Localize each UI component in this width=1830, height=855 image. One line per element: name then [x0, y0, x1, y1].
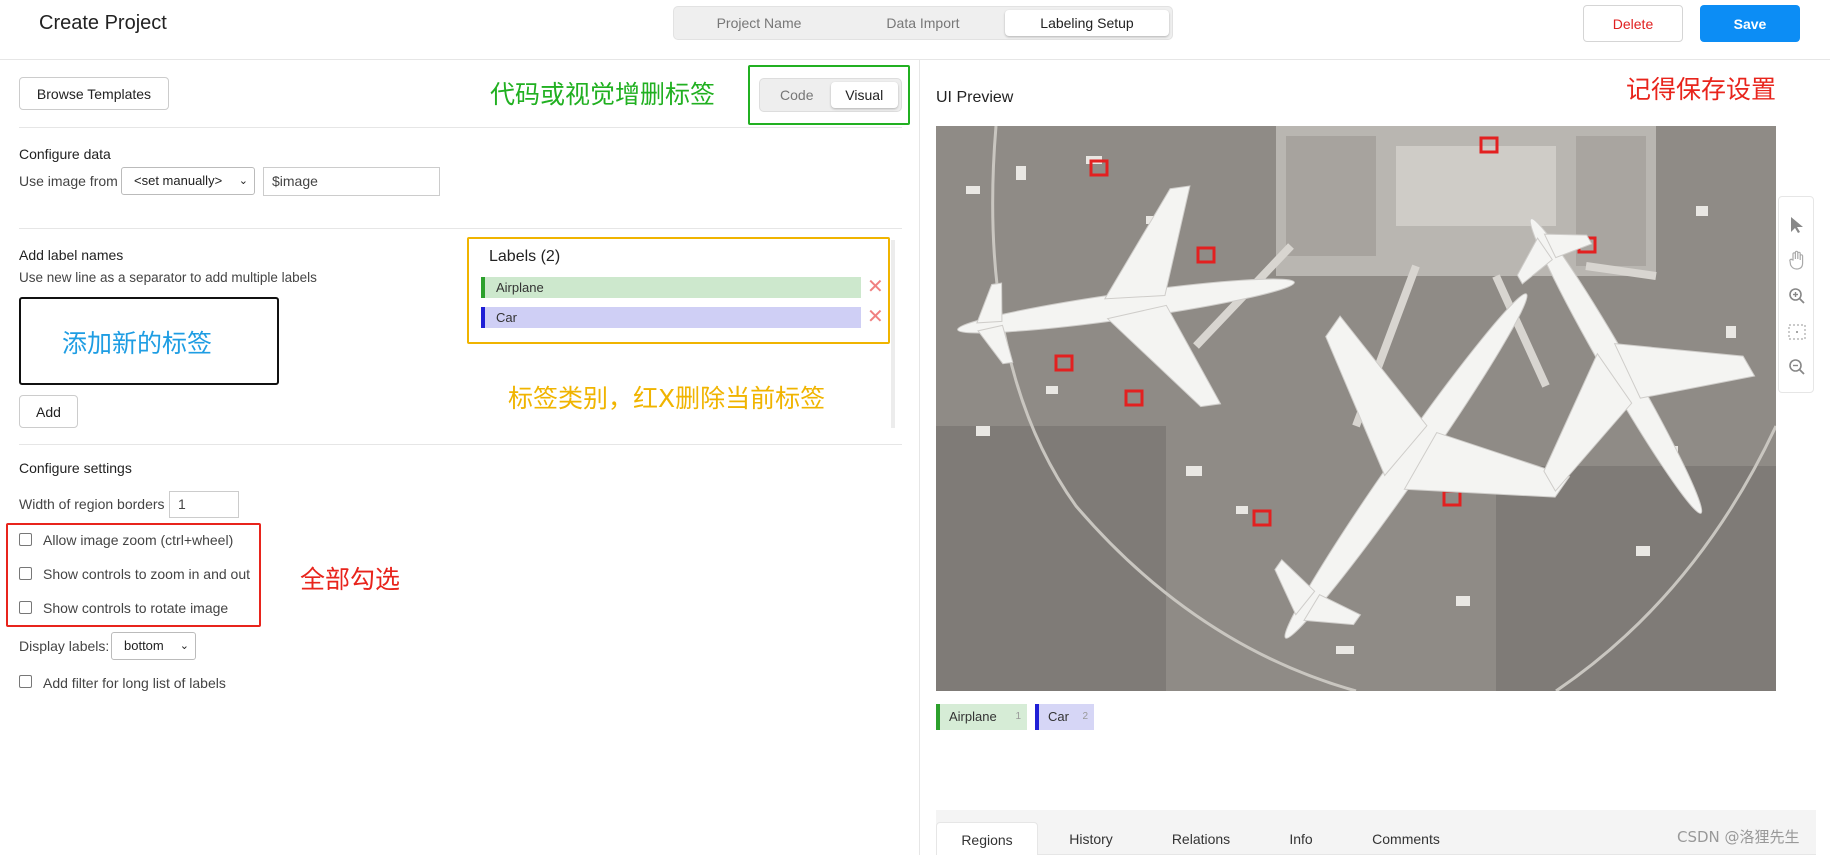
visual-mode-button[interactable]: Visual — [830, 82, 898, 108]
tab-project-name[interactable]: Project Name — [677, 10, 841, 36]
save-button[interactable]: Save — [1700, 5, 1800, 42]
app-root: Create Project Project Name Data Import … — [0, 0, 1830, 855]
fit-icon[interactable] — [1786, 321, 1808, 343]
configure-data-title: Configure data — [19, 146, 111, 162]
image-field-input[interactable]: $image — [263, 167, 440, 196]
image-toolbar — [1778, 196, 1814, 393]
airport-aerial-illustration — [936, 126, 1776, 691]
step-switcher: Project Name Data Import Labeling Setup — [673, 6, 1173, 40]
annotation-code-visual: 代码或视觉增删标签 — [490, 80, 716, 109]
divider — [19, 228, 902, 229]
tab-regions[interactable]: Regions — [936, 822, 1038, 855]
delete-label-car-icon[interactable]: ✕ — [867, 304, 884, 329]
add-label-hint: Use new line as a separator to add multi… — [19, 270, 317, 285]
tab-data-import[interactable]: Data Import — [841, 10, 1005, 36]
chevron-down-icon: ⌄ — [179, 640, 189, 652]
label-item-airplane[interactable]: Airplane — [481, 277, 861, 298]
browse-templates-button[interactable]: Browse Templates — [19, 77, 169, 110]
display-labels-label: Display labels: — [19, 638, 110, 654]
delete-label-airplane-icon[interactable]: ✕ — [867, 274, 884, 299]
display-labels-select[interactable]: bottom ⌄ — [111, 632, 196, 660]
annotation-save-reminder: 记得保存设置 — [1626, 75, 1777, 104]
annotation-check-all: 全部勾选 — [300, 565, 401, 594]
rotate-controls-label: Show controls to rotate image — [43, 600, 229, 616]
annotation-label-categories: 标签类别，红X删除当前标签 — [508, 384, 826, 413]
zoom-controls-label: Show controls to zoom in and out — [43, 566, 251, 582]
label-names-textarea[interactable]: 添加新的标签 — [19, 297, 279, 385]
zoom-out-icon[interactable] — [1786, 356, 1808, 378]
labels-title: Labels (2) — [489, 248, 561, 265]
tab-history[interactable]: History — [1041, 822, 1141, 855]
use-image-from-label: Use image from — [19, 173, 118, 189]
tab-relations[interactable]: Relations — [1146, 822, 1256, 855]
tab-info[interactable]: Info — [1261, 822, 1341, 855]
divider — [19, 444, 902, 445]
label-item-car[interactable]: Car — [481, 307, 861, 328]
chevron-down-icon: ⌄ — [238, 175, 248, 187]
zoom-controls-checkbox[interactable] — [19, 567, 32, 580]
header-bar: Create Project Project Name Data Import … — [0, 0, 1830, 60]
label-chip-airplane[interactable]: Airplane 1 — [936, 704, 1027, 730]
add-label-names-title: Add label names — [19, 247, 124, 263]
chip-hotkey: 2 — [1082, 711, 1088, 722]
chip-label: Car — [1048, 709, 1069, 724]
region-border-width-input[interactable]: 1 — [169, 491, 239, 518]
annotation-add-new-label: 添加新的标签 — [62, 329, 213, 358]
divider — [19, 127, 902, 128]
tab-labeling-setup[interactable]: Labeling Setup — [1005, 10, 1169, 36]
page-title: Create Project — [39, 12, 167, 34]
add-label-button[interactable]: Add — [19, 395, 78, 428]
pointer-icon[interactable] — [1786, 214, 1808, 236]
tab-comments[interactable]: Comments — [1346, 822, 1466, 855]
ui-preview-title: UI Preview — [936, 89, 1014, 106]
image-source-select[interactable]: <set manually> ⌄ — [121, 167, 255, 195]
chip-hotkey: 1 — [1015, 711, 1021, 722]
chip-label: Airplane — [949, 709, 997, 724]
configure-settings-title: Configure settings — [19, 460, 132, 476]
display-labels-value: bottom — [124, 638, 164, 653]
image-source-value: <set manually> — [134, 173, 223, 188]
code-visual-toggle: Code Visual — [759, 78, 902, 112]
labels-scrollbar[interactable] — [891, 240, 895, 428]
rotate-controls-checkbox[interactable] — [19, 601, 32, 614]
airport-aerial-image[interactable] — [936, 126, 1776, 691]
watermark: CSDN @洛狸先生 — [1677, 828, 1800, 846]
allow-zoom-checkbox[interactable] — [19, 533, 32, 546]
label-filter-label: Add filter for long list of labels — [43, 675, 226, 691]
delete-button[interactable]: Delete — [1583, 5, 1683, 42]
allow-zoom-label: Allow image zoom (ctrl+wheel) — [43, 532, 234, 548]
zoom-in-icon[interactable] — [1786, 285, 1808, 307]
label-chip-car[interactable]: Car 2 — [1035, 704, 1094, 730]
label-filter-checkbox[interactable] — [19, 675, 32, 688]
code-mode-button[interactable]: Code — [763, 82, 831, 108]
hand-icon[interactable] — [1786, 249, 1808, 271]
region-border-width-label: Width of region borders — [19, 496, 165, 512]
